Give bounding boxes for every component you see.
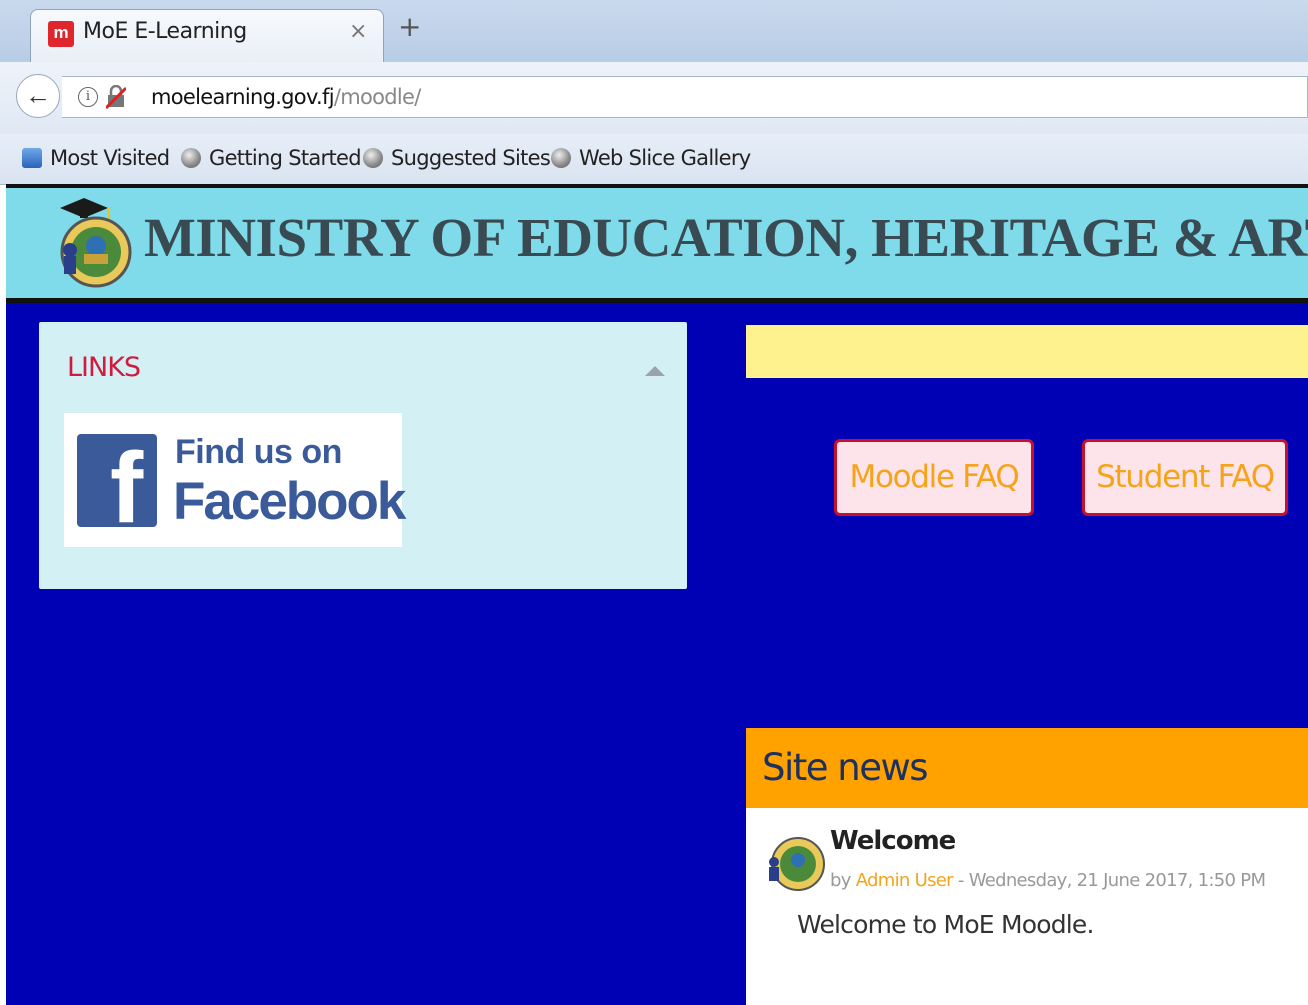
new-tab-icon[interactable]: + (398, 10, 421, 43)
browser-navigation-bar: ← i moelearning.gov.fj/moodle/ (0, 62, 1308, 134)
url-path: /moodle/ (333, 85, 421, 109)
post-content: Welcome to MoE Moodle. (797, 910, 1094, 939)
post-by-label: by (830, 870, 851, 891)
bookmark-most-visited[interactable]: Most Visited (22, 146, 170, 170)
tab-close-icon[interactable]: × (349, 19, 367, 44)
collapse-triangle-icon[interactable] (645, 366, 665, 376)
bookmark-label: Most Visited (50, 146, 170, 170)
bookmark-label: Suggested Sites (391, 146, 551, 170)
facebook-logo-icon: f (77, 434, 157, 527)
author-avatar-icon[interactable] (762, 826, 826, 900)
insecure-lock-icon[interactable] (106, 85, 126, 109)
url-domain: moelearning.gov.fj (151, 85, 335, 109)
post-title-link[interactable]: Welcome (830, 826, 956, 856)
bookmark-label: Web Slice Gallery (579, 146, 751, 170)
site-title[interactable]: MINISTRY OF EDUCATION, HERITAGE & ARTS (144, 206, 1308, 269)
globe-icon (551, 148, 571, 168)
notice-bar (746, 325, 1308, 378)
tab-title: MoE E-Learning (83, 19, 247, 44)
bookmarks-toolbar: Most Visited Getting Started Suggested S… (0, 134, 1308, 185)
news-post: Welcome by Admin User - Wednesday, 21 Ju… (746, 808, 1308, 1005)
moodle-faq-button[interactable]: Moodle FAQ (834, 439, 1034, 516)
bookmark-web-slice-gallery[interactable]: Web Slice Gallery (551, 146, 751, 170)
site-news-header: Site news (746, 728, 1308, 808)
facebook-badge-line2: Facebook (173, 472, 406, 531)
student-faq-button[interactable]: Student FAQ (1082, 439, 1288, 516)
post-author-link[interactable]: Admin User (856, 870, 954, 891)
facebook-logo-letter: f (110, 434, 144, 527)
facebook-badge-line1: Find us on (175, 433, 342, 471)
post-date: - Wednesday, 21 June 2017, 1:50 PM (957, 870, 1266, 891)
facebook-badge-link[interactable]: f Find us on Facebook (64, 413, 406, 547)
site-news-title: Site news (762, 746, 929, 789)
address-bar[interactable]: i moelearning.gov.fj/moodle/ (62, 76, 1308, 118)
back-arrow-icon[interactable]: ← (16, 74, 60, 118)
globe-icon (363, 148, 383, 168)
post-meta: by Admin User - Wednesday, 21 June 2017,… (830, 870, 1266, 891)
browser-tab-strip: m MoE E-Learning × + (0, 0, 1308, 63)
ministry-crest-logo[interactable] (54, 190, 134, 294)
url-text[interactable]: moelearning.gov.fj/moodle/ (151, 85, 421, 109)
info-icon[interactable]: i (78, 87, 98, 107)
browser-tab-active[interactable]: m MoE E-Learning × (30, 9, 384, 63)
bookmark-label: Getting Started (209, 146, 362, 170)
links-block-title: LINKS (67, 352, 141, 383)
bookmark-getting-started[interactable]: Getting Started (181, 146, 362, 170)
links-block: LINKS f Find us on Facebook (39, 322, 687, 589)
bookmark-suggested-sites[interactable]: Suggested Sites (363, 146, 551, 170)
globe-icon (181, 148, 201, 168)
moodle-favicon-icon: m (48, 21, 74, 47)
site-header: MINISTRY OF EDUCATION, HERITAGE & ARTS (6, 188, 1308, 298)
bookmark-star-icon (22, 148, 42, 168)
